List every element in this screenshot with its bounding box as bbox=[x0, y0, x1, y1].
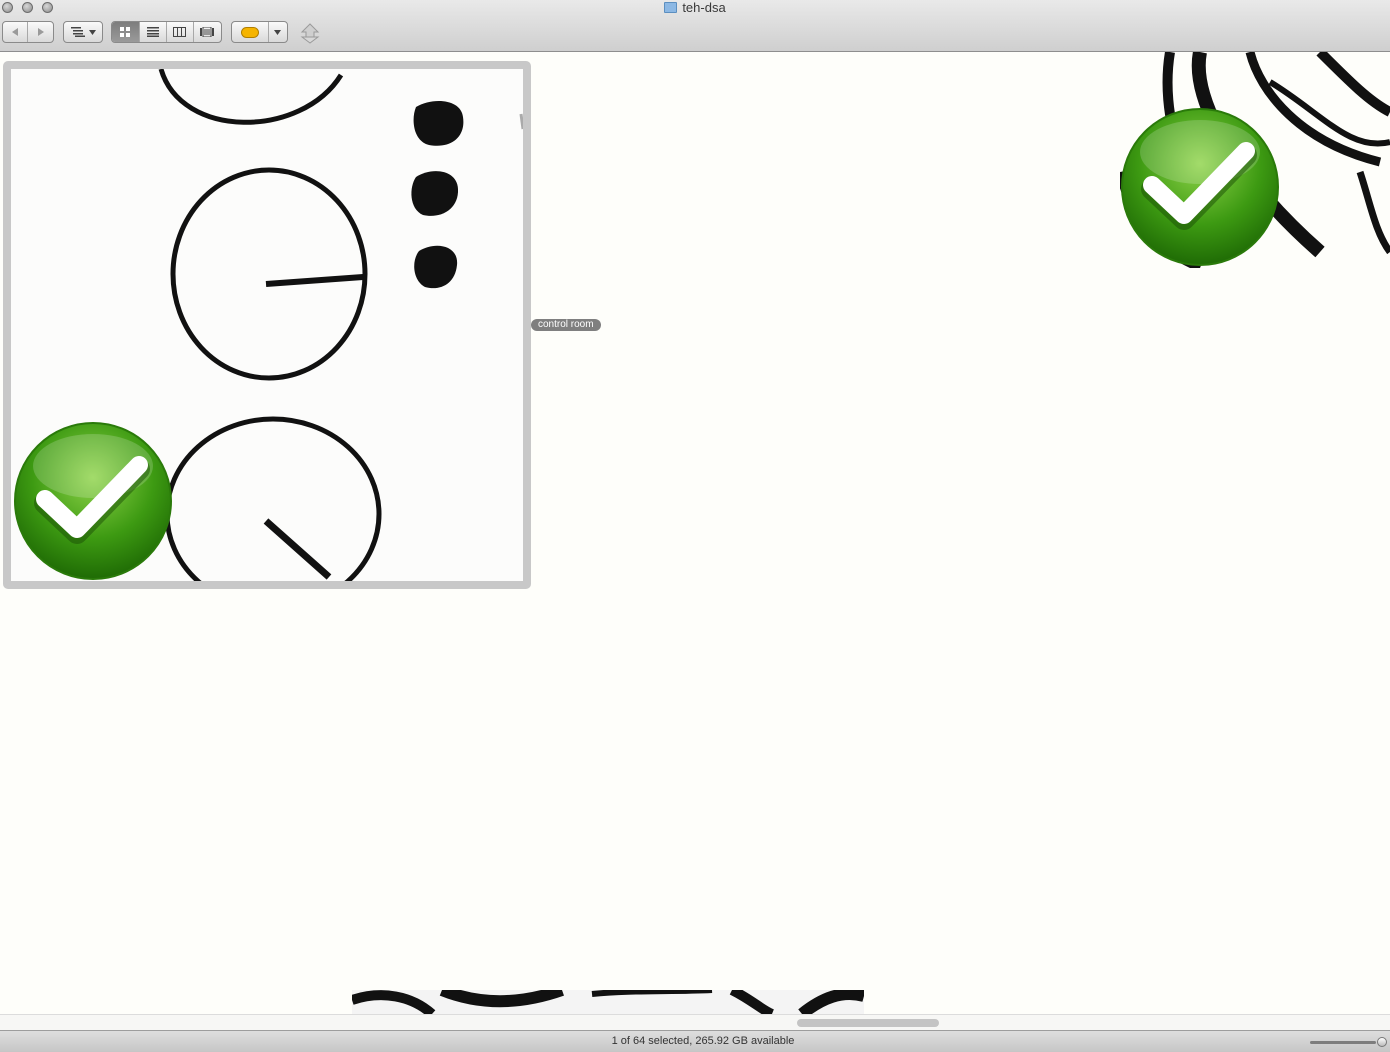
forward-arrow-icon bbox=[37, 28, 44, 36]
icon-size-slider-track[interactable] bbox=[1310, 1041, 1376, 1044]
view-mode-segment bbox=[111, 21, 222, 43]
back-arrow-icon bbox=[12, 28, 18, 36]
label-color-swatch[interactable] bbox=[232, 22, 269, 42]
arrange-list-icon bbox=[70, 27, 85, 37]
label-color-dot-icon bbox=[240, 26, 259, 38]
label-color-dropdown[interactable] bbox=[269, 22, 287, 42]
column-view-button[interactable] bbox=[167, 22, 194, 42]
file-preview-image bbox=[11, 69, 523, 581]
arrange-button[interactable] bbox=[63, 21, 103, 43]
coverflow-view-button[interactable] bbox=[194, 22, 221, 42]
icon-view-icon bbox=[120, 27, 131, 37]
horizontal-scrollbar[interactable] bbox=[0, 1014, 1390, 1030]
forward-button[interactable] bbox=[28, 22, 53, 42]
column-view-icon bbox=[173, 27, 187, 37]
checkmark-icon bbox=[14, 422, 172, 580]
nav-buttons bbox=[2, 21, 54, 43]
chevron-down-icon bbox=[88, 29, 96, 35]
share-button[interactable] bbox=[298, 20, 322, 44]
chevron-down-icon bbox=[274, 29, 282, 35]
coverflow-view-icon bbox=[200, 27, 215, 37]
checkmark-icon bbox=[1121, 108, 1279, 266]
label-color-button[interactable] bbox=[231, 21, 288, 43]
selected-file-name-label[interactable]: control room bbox=[531, 319, 601, 331]
share-icon bbox=[300, 23, 320, 44]
icon-size-slider-knob[interactable] bbox=[1377, 1037, 1387, 1047]
scrollbar-thumb[interactable] bbox=[797, 1019, 939, 1027]
status-bar: 1 of 64 selected, 265.92 GB available bbox=[0, 1030, 1390, 1052]
file-thumbnail[interactable] bbox=[1120, 52, 1390, 268]
icon-view-area[interactable]: control room bbox=[0, 52, 1390, 1014]
selected-file-thumbnail[interactable] bbox=[3, 61, 531, 589]
brush-stroke-preview bbox=[352, 990, 864, 1014]
list-view-button[interactable] bbox=[140, 22, 167, 42]
file-thumbnail[interactable] bbox=[352, 990, 864, 1014]
back-button[interactable] bbox=[3, 22, 29, 42]
window-title-text: teh-dsa bbox=[682, 0, 726, 15]
window-title: teh-dsa bbox=[0, 0, 1390, 16]
folder-icon bbox=[664, 2, 678, 13]
icon-view-button[interactable] bbox=[112, 22, 140, 42]
status-text: 1 of 64 selected, 265.92 GB available bbox=[611, 1035, 795, 1047]
arrange-dropdown[interactable] bbox=[64, 22, 102, 42]
list-view-icon bbox=[146, 27, 159, 37]
window-toolbar: teh-dsa bbox=[0, 0, 1390, 52]
